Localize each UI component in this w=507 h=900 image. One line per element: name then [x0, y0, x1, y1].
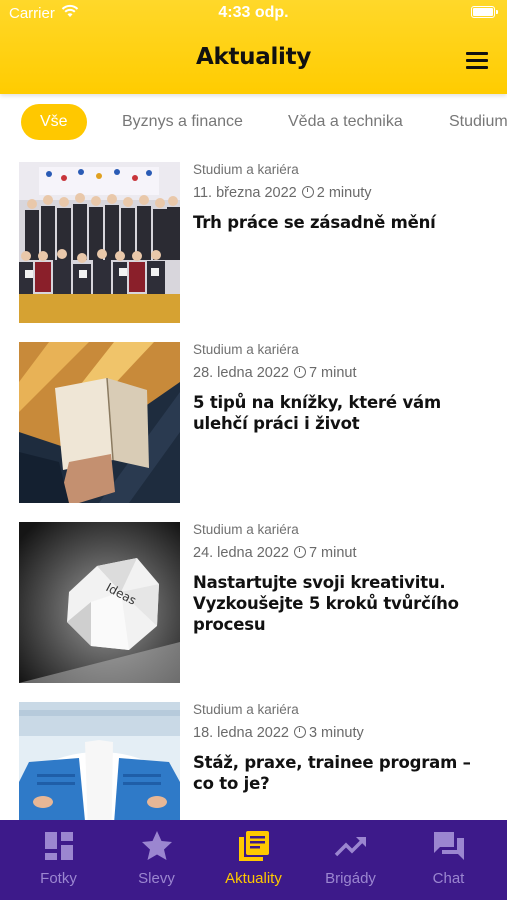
category-chip-business-finance[interactable]: Byznys a finance	[122, 104, 243, 140]
category-chip-all[interactable]: Vše	[21, 104, 87, 140]
article-title[interactable]: Stáž, praxe, trainee program – co to je?	[193, 752, 493, 794]
article-thumbnail-group-photo	[19, 162, 180, 323]
article-read-time: 7 minut	[308, 365, 357, 381]
category-chip-study[interactable]: Studium	[449, 104, 507, 140]
tab-fotky[interactable]: Fotky	[8, 820, 109, 900]
article-thumbnail-laptops	[19, 702, 180, 820]
tab-slevy[interactable]: Slevy	[106, 820, 207, 900]
article-thumbnail-book	[19, 342, 180, 503]
article-read-time: 7 minut	[308, 545, 357, 561]
article-thumbnail-crumpled-paper: Ideas	[19, 522, 180, 683]
status-bar: Carrier 4:33 odp.	[0, 0, 507, 28]
stopwatch-icon	[301, 186, 314, 198]
article-title[interactable]: Trh práce se zásadně mění	[193, 212, 493, 233]
article-date: 24. ledna 2022	[193, 545, 289, 561]
article-date: 18. ledna 2022	[193, 725, 289, 741]
article-date: 11. března 2022	[193, 185, 297, 201]
chat-bubbles-icon	[434, 832, 464, 860]
article-category: Studium a kariéra	[193, 162, 299, 177]
tab-label: Slevy	[138, 870, 175, 887]
dashboard-grid-icon	[45, 832, 73, 860]
trending-up-icon	[334, 837, 366, 857]
article-date: 28. ledna 2022	[193, 365, 289, 381]
hamburger-menu-icon[interactable]	[462, 50, 492, 72]
news-list-icon	[239, 831, 269, 861]
article-title[interactable]: 5 tipů na knížky, které vám ulehčí práci…	[193, 392, 493, 434]
article-list[interactable]: Studium a kariéra 11. března 2022 2 minut…	[0, 152, 507, 820]
article-read-time: 3 minuty	[308, 725, 364, 741]
article-category: Studium a kariéra	[193, 342, 299, 357]
tab-label: Aktuality	[225, 870, 282, 887]
page-title: Aktuality	[195, 44, 312, 70]
tab-aktuality[interactable]: Aktuality	[203, 820, 304, 900]
stopwatch-icon	[293, 546, 306, 558]
article-item[interactable]: Studium a kariéra 28. ledna 2022 7 minut …	[0, 332, 507, 512]
category-chip-science-technology[interactable]: Věda a technika	[288, 104, 403, 140]
article-meta: 18. ledna 2022 3 minuty	[193, 725, 364, 741]
article-read-time: 2 minuty	[316, 185, 372, 201]
bottom-tab-bar: Fotky Slevy Aktuality Brigády Chat	[0, 820, 507, 900]
stopwatch-icon	[293, 366, 306, 378]
article-item[interactable]: Studium a kariéra 18. ledna 2022 3 minuty…	[0, 692, 507, 820]
article-item[interactable]: Ideas Studium a kariéra 24. ledna 2022 7 …	[0, 512, 507, 692]
tab-label: Chat	[432, 870, 465, 887]
stopwatch-icon	[293, 726, 306, 738]
tab-brigady[interactable]: Brigády	[300, 820, 401, 900]
article-meta: 11. března 2022 2 minuty	[193, 185, 372, 201]
article-meta: 28. ledna 2022 7 minut	[193, 365, 357, 381]
article-item[interactable]: Studium a kariéra 11. března 2022 2 minut…	[0, 152, 507, 332]
article-category: Studium a kariéra	[193, 522, 299, 537]
category-filter-bar[interactable]: Vše Byznys a finance Věda a technika Stu…	[0, 94, 507, 152]
battery-icon	[471, 6, 498, 18]
article-category: Studium a kariéra	[193, 702, 299, 717]
tab-label: Fotky	[40, 870, 77, 887]
status-time: 4:33 odp.	[218, 4, 289, 21]
tab-label: Brigády	[325, 870, 376, 887]
app-header: Carrier 4:33 odp. Aktuality	[0, 0, 507, 94]
article-meta: 24. ledna 2022 7 minut	[193, 545, 357, 561]
article-title[interactable]: Nastartujte svoji kreativitu. Vyzkoušejt…	[193, 572, 493, 635]
star-icon	[142, 831, 172, 860]
tab-chat[interactable]: Chat	[398, 820, 499, 900]
